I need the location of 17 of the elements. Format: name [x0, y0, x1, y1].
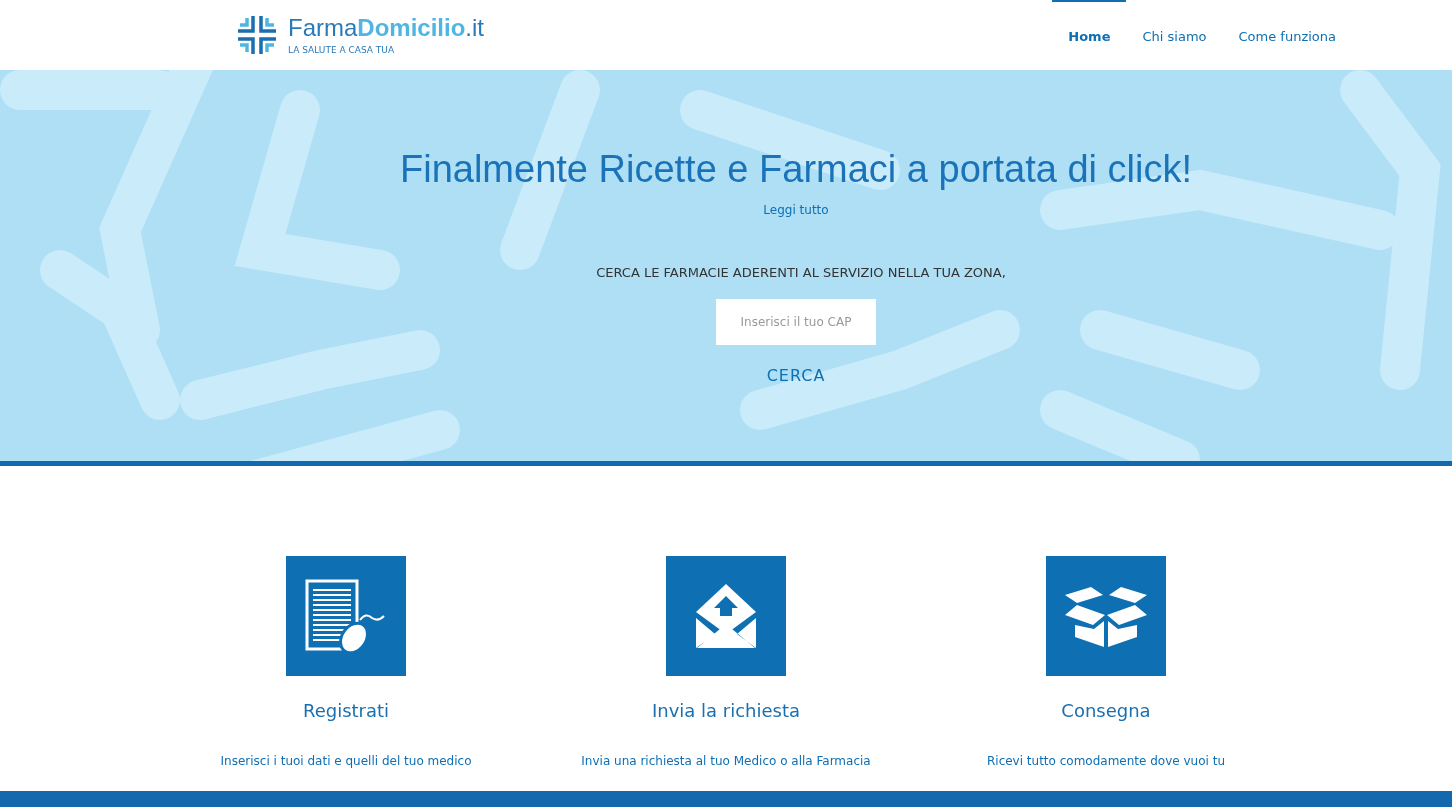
logo-tagline: LA SALUTE A CASA TUA	[288, 44, 396, 55]
feature-description: Inserisci i tuoi dati e quelli del tuo medico	[220, 754, 472, 768]
feature-title: Registrati	[302, 700, 390, 721]
feature-title: Invia la richiesta	[651, 700, 801, 721]
feature-title: Consegna	[1061, 700, 1151, 721]
nav-link[interactable]: Come funziona	[1222, 0, 1352, 70]
search-prompt: CERCA LE FARMACIE ADERENTI AL SERVIZIO NELLA TUA ZONA,	[595, 265, 1006, 280]
cross-logo-icon	[236, 14, 278, 56]
nav-link[interactable]: Chi siamo	[1126, 0, 1223, 70]
read-more-link[interactable]: Leggi tutto	[763, 203, 829, 217]
feature-description: Invia una richiesta al tuo Medico o alla Farmacia	[581, 754, 871, 768]
feature-description: Ricevi tutto comodamente dove vuoi tu	[986, 754, 1226, 768]
hero-title: Finalmente Ricette e Farmaci a portata di click!	[400, 148, 1192, 191]
envelope-upload-icon	[693, 582, 759, 650]
search-button[interactable]: CERCA	[760, 365, 832, 386]
postcode-input[interactable]: Inserisci il tuo CAP	[716, 299, 876, 345]
logo-wordmark: FarmaDomicilio.it	[288, 15, 485, 40]
